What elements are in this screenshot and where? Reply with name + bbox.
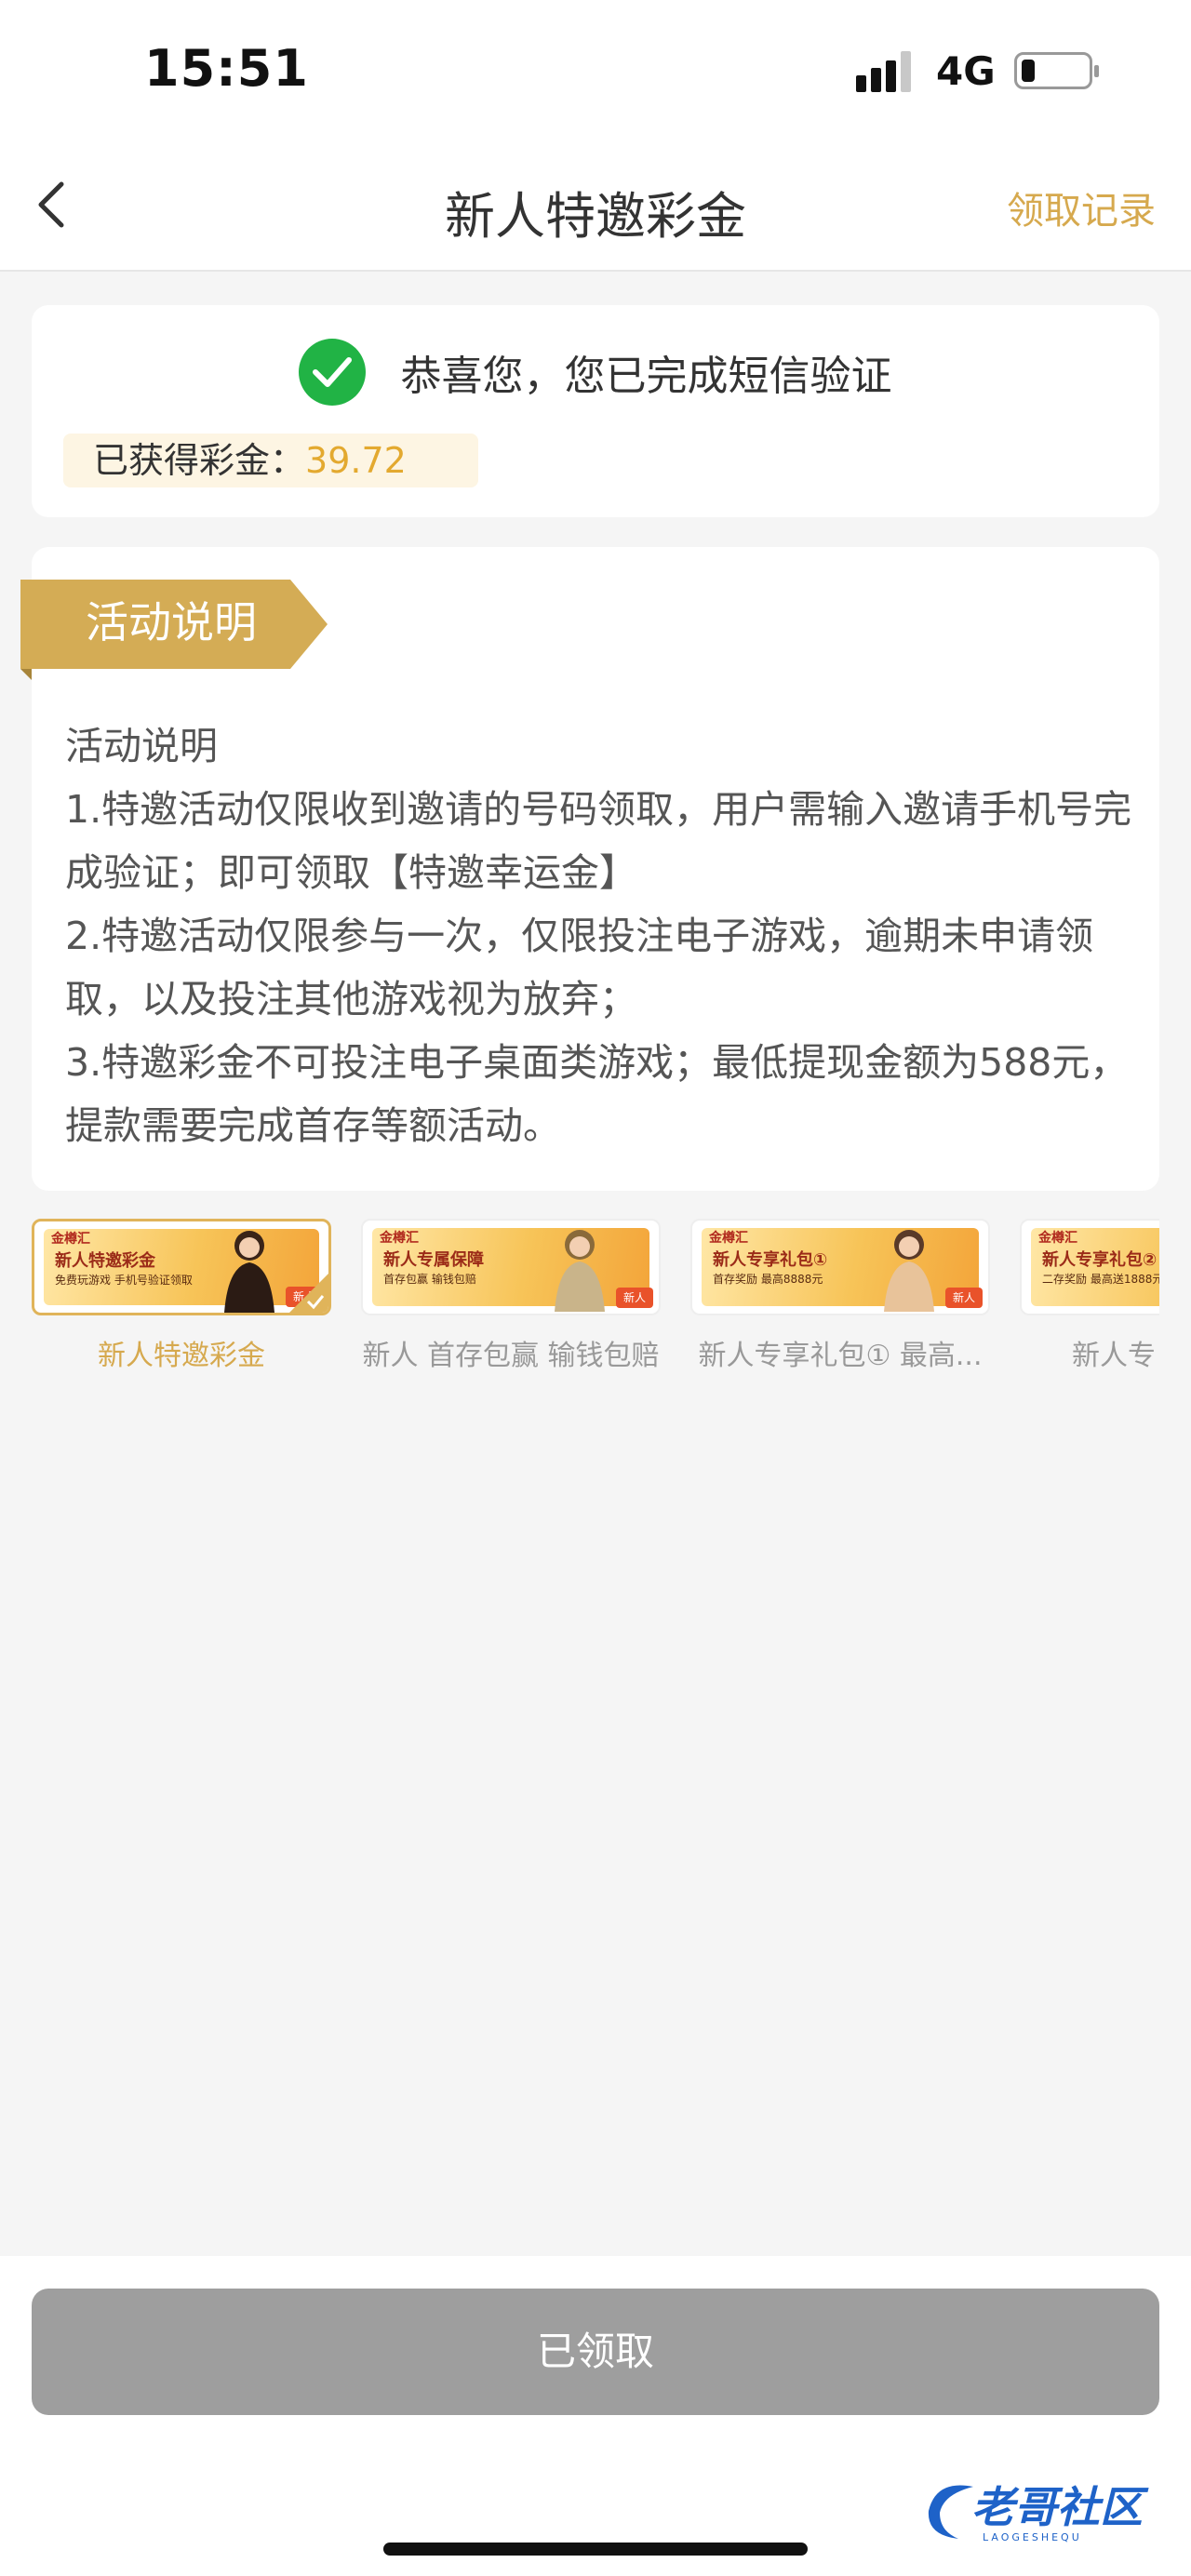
activity-description-card: 活动说明 活动说明 1.特邀活动仅限收到邀请的号码领取，用户需输入邀请手机号完成… [20,547,1159,1191]
signal-icon [856,51,921,92]
watermark-logo: 老哥社区 LAOGESHEQU [917,2470,1169,2554]
model-figure-icon [555,1230,605,1312]
banner-title: 新人特邀彩金 [55,1251,155,1271]
home-indicator[interactable] [383,2543,808,2556]
promotion-item-gift-pack-1[interactable]: 金樽汇 新人专享礼包① 首存奖励 最高8888元 新人 新人专享礼包① 最高..… [690,1219,990,1373]
banner-title: 新人专享礼包② [1042,1250,1158,1270]
claim-records-link[interactable]: 领取记录 [1007,180,1156,234]
status-time: 15:51 [144,39,309,98]
battery-icon [1014,52,1099,89]
bonus-label: 已获得彩金： [93,440,306,481]
banner-subtitle: 首存奖励 最高8888元 [713,1273,823,1286]
promotion-banner: 金樽汇 新人特邀彩金 免费玩游戏 手机号验证领取 新人 [32,1219,331,1315]
promotion-item-special-invite[interactable]: 金樽汇 新人特邀彩金 免费玩游戏 手机号验证领取 新人 新人特邀彩金 [32,1219,331,1373]
model-figure-icon [224,1231,274,1313]
model-figure-icon [884,1230,934,1312]
status-bar: 15:51 4G [0,0,1191,140]
banner-title: 新人专属保障 [383,1250,484,1270]
new-user-badge: 新人 [944,1288,983,1308]
verification-success-card: 恭喜您，您已完成短信验证 已获得彩金：39.72 [32,305,1159,517]
bottom-action-bar: 已领取 老哥社区 LAOGESHEQU [0,2256,1191,2576]
promotion-carousel[interactable]: 金樽汇 新人特邀彩金 免费玩游戏 手机号验证领取 新人 新人特邀彩金 金樽汇 新… [32,1219,1159,1433]
watermark-subtext: LAOGESHEQU [983,2531,1082,2543]
section-tag-label: 活动说明 [86,597,257,647]
promotion-caption: 新人专 [1072,1340,1156,1372]
nav-bar: 新人特邀彩金 领取记录 [0,140,1191,272]
banner-subtitle: 首存包赢 输钱包赔 [383,1273,476,1286]
check-circle-icon [299,339,367,406]
success-row: 恭喜您，您已完成短信验证 [32,339,1159,407]
claimed-button[interactable]: 已领取 [32,2289,1159,2415]
network-type: 4G [936,48,996,94]
success-message: 恭喜您，您已完成短信验证 [400,353,892,400]
banner-subtitle: 免费玩游戏 手机号验证领取 [55,1274,193,1287]
promotion-banner: 金樽汇 新人专享礼包① 首存奖励 最高8888元 新人 [690,1219,990,1315]
bonus-value: 39.72 [305,440,407,481]
description-line: 活动说明 [65,724,218,768]
description-line: 3.特邀彩金不可投注电子桌面类游戏；最低提现金额为588元，提款需要完成首存等额… [65,1040,1129,1148]
new-user-badge: 新人 [615,1288,653,1308]
selected-check-icon [289,1274,328,1313]
brand-logo: 金樽汇 [380,1231,419,1246]
promotion-banner: 金樽汇 新人专享礼包② 二存奖励 最高送1888元 新人 [1020,1219,1159,1315]
description-line: 2.特邀活动仅限参与一次，仅限投注电子游戏，逾期未申请领取，以及投注其他游戏视为… [65,914,1094,1021]
promotion-item-first-deposit[interactable]: 金樽汇 新人专属保障 首存包赢 输钱包赔 新人 新人 首存包赢 输钱包赔 [361,1219,661,1373]
watermark-text: 老哥社区 [971,2482,1143,2532]
promotion-caption: 新人特邀彩金 [98,1340,265,1372]
bonus-amount: 已获得彩金：39.72 [63,434,478,487]
promotion-banner: 金樽汇 新人专属保障 首存包赢 输钱包赔 新人 [361,1219,661,1315]
promotion-item-gift-pack-2[interactable]: 金樽汇 新人专享礼包② 二存奖励 最高送1888元 新人 新人专 [1020,1219,1159,1373]
brand-logo: 金樽汇 [709,1231,748,1246]
banner-title: 新人专享礼包① [713,1250,828,1270]
description-body: 活动说明 1.特邀活动仅限收到邀请的号码领取，用户需输入邀请手机号完成验证；即可… [65,714,1135,1157]
brand-logo: 金樽汇 [1038,1231,1077,1246]
banner-subtitle: 二存奖励 最高送1888元 [1042,1273,1159,1286]
brand-logo: 金樽汇 [51,1232,90,1247]
promotion-caption: 新人 首存包赢 输钱包赔 [362,1340,660,1372]
promotion-caption: 新人专享礼包① 最高... [698,1340,983,1372]
description-line: 1.特邀活动仅限收到邀请的号码领取，用户需输入邀请手机号完成验证；即可领取【特邀… [65,787,1132,895]
